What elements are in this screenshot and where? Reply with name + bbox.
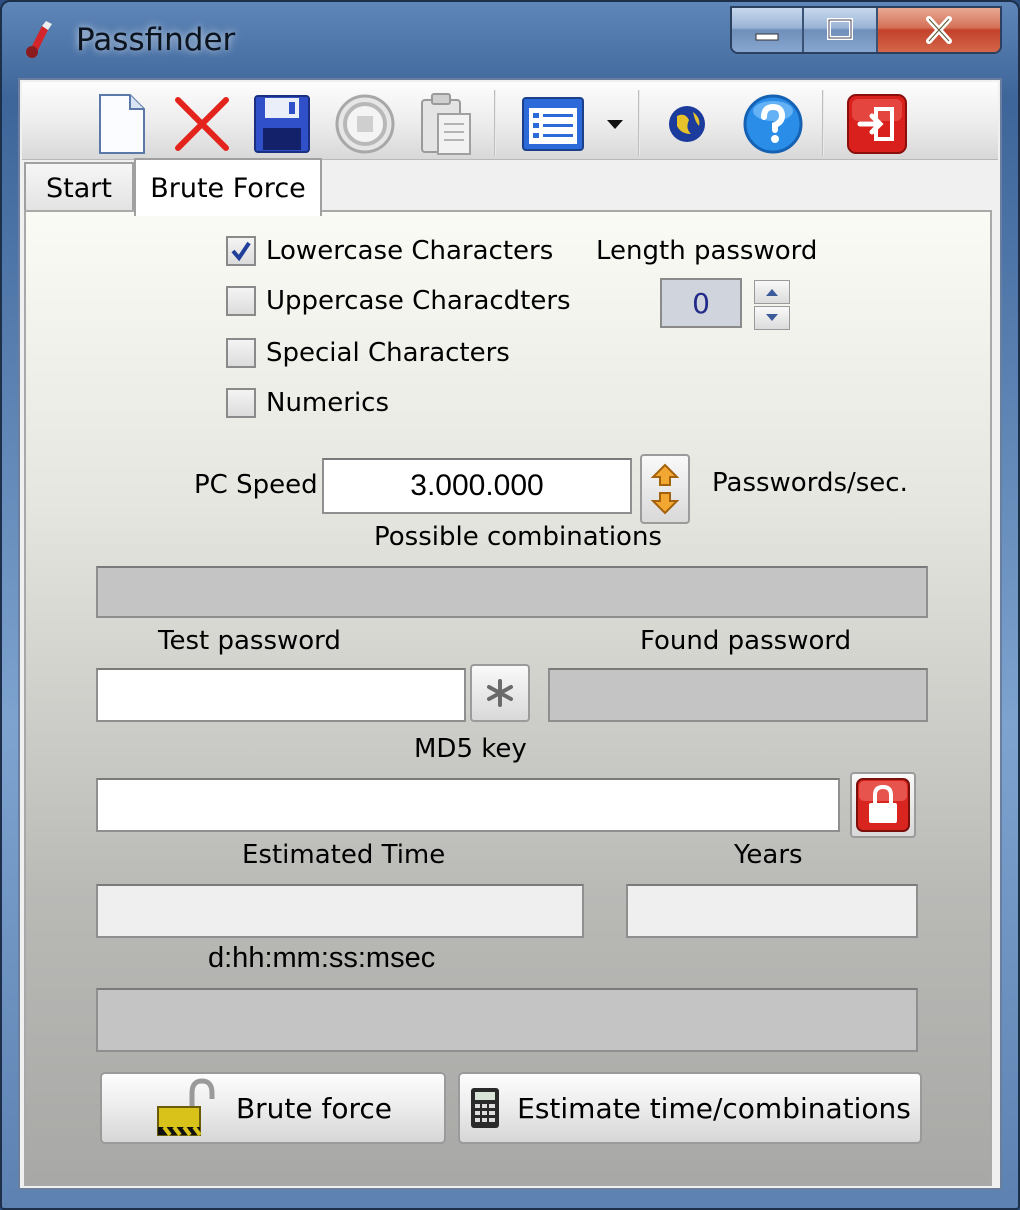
web-button[interactable] xyxy=(662,92,712,156)
special-checkbox[interactable] xyxy=(226,338,256,368)
close-icon xyxy=(926,16,952,44)
lowercase-checkbox[interactable] xyxy=(226,236,256,266)
md5-key-input[interactable] xyxy=(96,778,840,832)
delete-button[interactable] xyxy=(170,92,234,156)
passwords-per-sec-label: Passwords/sec. xyxy=(712,468,908,498)
check-mark-icon xyxy=(231,241,251,262)
estimate-label: Estimate time/combinations xyxy=(517,1091,911,1125)
special-label: Special Characters xyxy=(266,338,510,368)
tab-brute-force[interactable]: Brute Force xyxy=(134,158,322,216)
numerics-label: Numerics xyxy=(266,388,390,418)
length-up-button[interactable] xyxy=(754,280,790,304)
stop-button[interactable] xyxy=(332,92,398,156)
tab-brute-force-label: Brute Force xyxy=(150,172,306,204)
minimize-button[interactable] xyxy=(732,8,804,52)
app-window: Passfinder Start Brute Force Lowercase C… xyxy=(0,0,1020,1210)
arrow-up-icon xyxy=(766,289,778,296)
time-format-label: d:hh:mm:ss:msec xyxy=(208,942,436,974)
brute-force-panel: Lowercase Characters Uppercase Characdte… xyxy=(24,210,992,1186)
exit-icon xyxy=(847,94,907,154)
test-password-label: Test password xyxy=(158,626,341,656)
asterisk-icon xyxy=(487,679,513,707)
years-label: Years xyxy=(734,840,803,870)
padlock-icon xyxy=(156,1078,215,1137)
stop-circle-icon xyxy=(335,94,395,154)
found-password-field xyxy=(548,668,928,722)
length-down-button[interactable] xyxy=(754,306,790,330)
paste-button[interactable] xyxy=(416,92,476,156)
arrow-up-icon xyxy=(651,463,679,486)
window-controls xyxy=(730,6,1002,54)
red-x-icon xyxy=(175,97,229,151)
estimate-button[interactable]: Estimate time/combinations xyxy=(458,1072,922,1144)
tab-start[interactable]: Start xyxy=(24,162,134,212)
clipboard-icon xyxy=(421,93,471,155)
calculator-icon xyxy=(471,1088,500,1128)
toolbar xyxy=(22,82,998,160)
list-view-button[interactable] xyxy=(518,92,588,156)
mask-password-button[interactable] xyxy=(470,664,530,722)
uppercase-checkbox[interactable] xyxy=(226,286,256,316)
md5-lock-button[interactable] xyxy=(850,772,916,838)
found-password-label: Found password xyxy=(640,626,852,656)
list-dropdown-button[interactable] xyxy=(600,92,630,156)
estimated-time-label: Estimated Time xyxy=(242,840,446,870)
possible-combinations-field xyxy=(96,566,928,618)
window-title: Passfinder xyxy=(76,22,236,58)
brute-force-button[interactable]: Brute force xyxy=(100,1072,446,1144)
time-format-field xyxy=(96,988,918,1052)
brute-force-label: Brute force xyxy=(235,1091,393,1125)
toolbar-separator xyxy=(822,90,824,156)
list-icon xyxy=(522,97,584,151)
dropdown-arrow-icon xyxy=(607,120,623,129)
arrow-down-icon xyxy=(651,492,679,515)
help-button[interactable] xyxy=(740,92,806,156)
years-field xyxy=(626,884,918,938)
lowercase-label: Lowercase Characters xyxy=(266,236,554,266)
maximize-button[interactable] xyxy=(804,8,878,52)
possible-combinations-label: Possible combinations xyxy=(374,522,662,552)
title-bar[interactable]: Passfinder xyxy=(2,2,1018,76)
md5-key-label: MD5 key xyxy=(414,734,527,764)
client-area: Start Brute Force Lowercase Characters U… xyxy=(18,78,1002,1190)
globe-icon xyxy=(669,106,705,142)
save-button[interactable] xyxy=(250,92,314,156)
close-button[interactable] xyxy=(878,8,1000,52)
minimize-icon xyxy=(755,33,779,41)
pc-speed-input[interactable]: 3.000.000 xyxy=(322,458,632,514)
test-password-input[interactable] xyxy=(96,668,466,722)
lock-icon xyxy=(856,778,910,832)
tab-start-label: Start xyxy=(46,172,112,204)
help-icon xyxy=(743,94,803,154)
length-password-label: Length password xyxy=(596,236,818,266)
numerics-checkbox[interactable] xyxy=(226,388,256,418)
floppy-disk-icon xyxy=(254,95,310,153)
toolbar-separator xyxy=(638,90,640,156)
pc-speed-label: PC Speed xyxy=(194,470,318,500)
app-icon xyxy=(26,21,52,58)
new-document-icon xyxy=(99,94,145,154)
maximize-icon xyxy=(827,18,853,40)
toolbar-separator xyxy=(494,90,496,156)
new-button[interactable] xyxy=(94,92,150,156)
length-password-input[interactable]: 0 xyxy=(660,278,742,328)
arrow-down-icon xyxy=(766,314,778,321)
estimated-time-field xyxy=(96,884,584,938)
exit-button[interactable] xyxy=(844,92,910,156)
uppercase-label: Uppercase Characdters xyxy=(266,286,571,316)
speed-spin-button[interactable] xyxy=(640,454,690,524)
